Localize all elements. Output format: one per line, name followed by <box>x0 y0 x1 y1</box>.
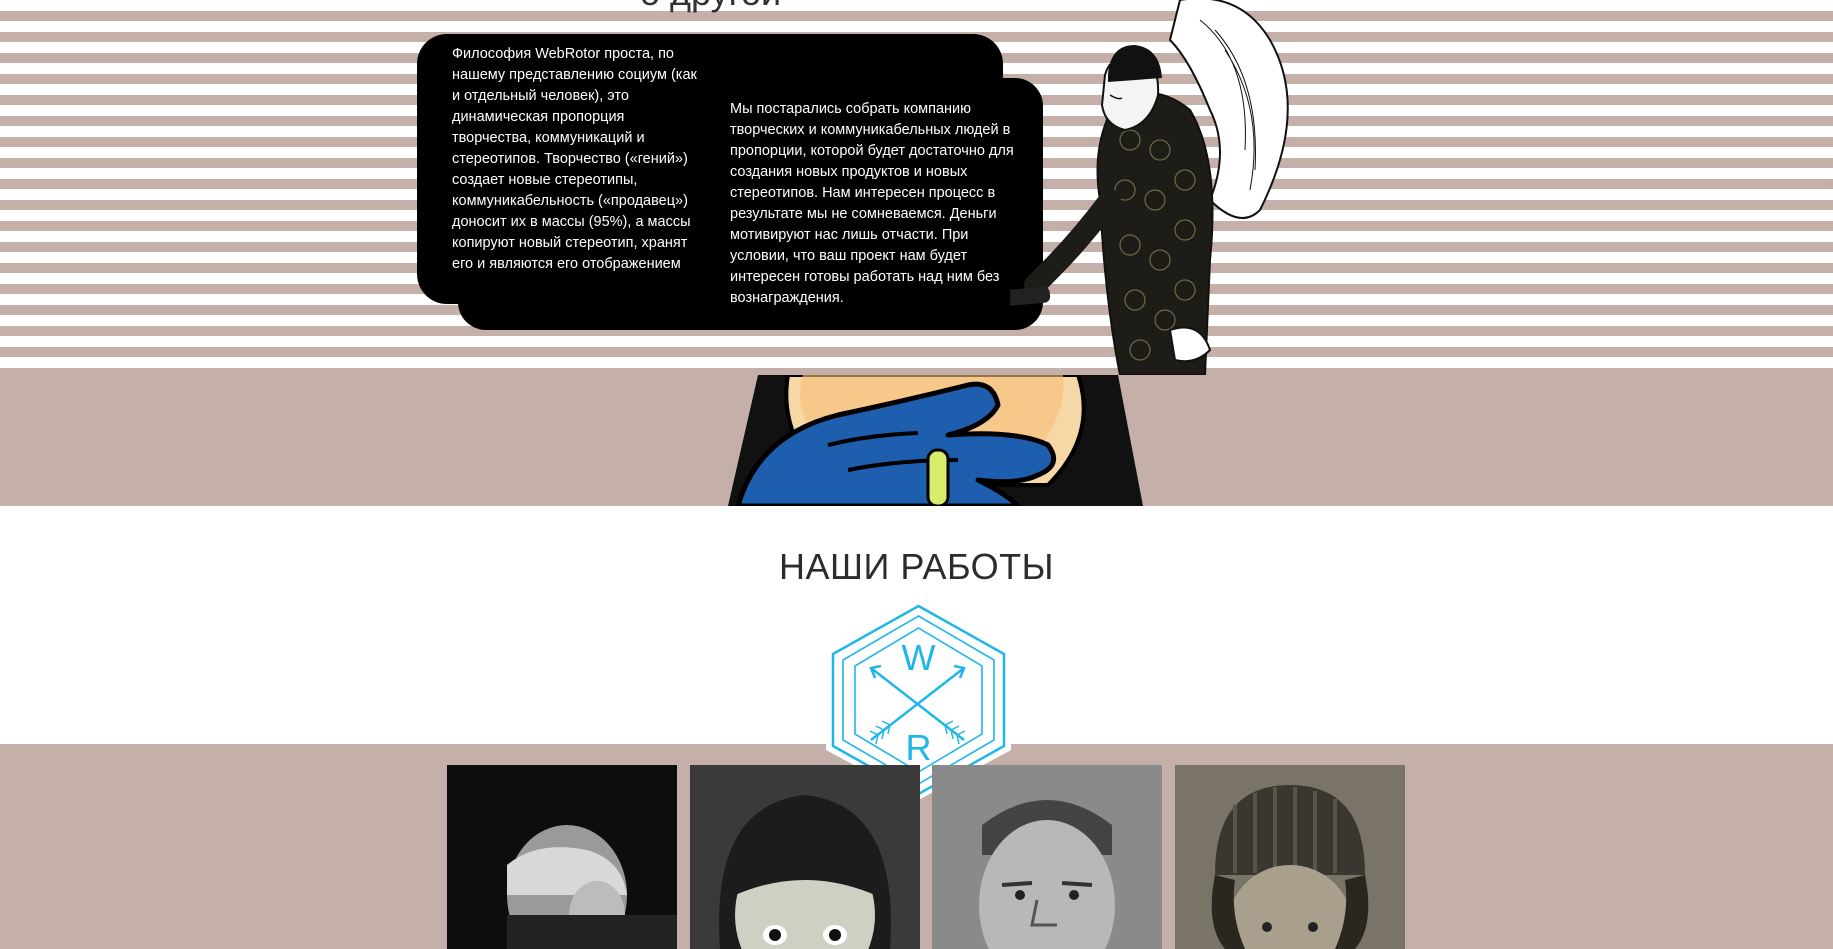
portfolio-photo-2[interactable] <box>690 765 920 949</box>
portrait-weathered-man <box>932 765 1162 949</box>
portrait-man-knit-hat <box>1175 765 1405 949</box>
portfolio-photo-3[interactable] <box>932 765 1162 949</box>
portrait-surprised-woman <box>690 765 920 949</box>
comic-hands-illustration <box>728 375 1143 506</box>
portfolio-photo-1[interactable] <box>447 765 677 949</box>
logo-letter-bottom: R <box>906 727 932 768</box>
portfolio-photo-4[interactable] <box>1175 765 1405 949</box>
angel-with-flashlight-illustration <box>1010 0 1289 375</box>
comic-band <box>0 375 1833 506</box>
philosophy-text: Философия WebRotor проста, по нашему пре… <box>452 46 697 272</box>
hero-striped-band: о другой Философия WebRotor проста, по н… <box>0 0 1833 375</box>
section-title-works: НАШИ РАБОТЫ <box>778 546 1055 587</box>
team-text: Мы постарались собрать компанию творческ… <box>730 101 1014 306</box>
logo-letter-top: W <box>902 637 936 678</box>
portrait-old-man-smoking <box>447 765 677 949</box>
section-heading-cut: о другой <box>640 0 781 14</box>
